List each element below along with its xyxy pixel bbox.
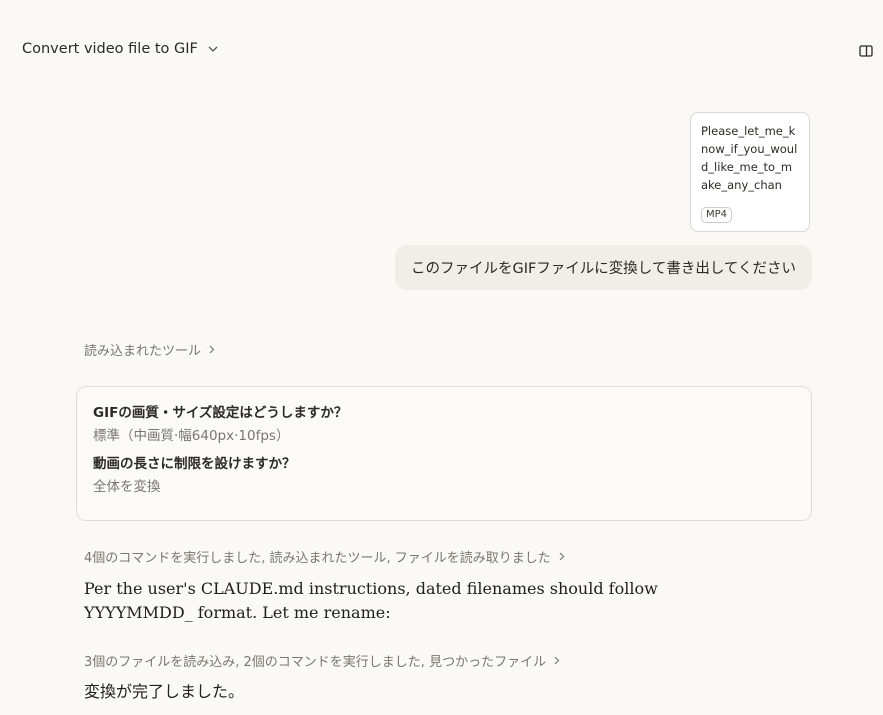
qa-item: GIFの画質・サイズ設定はどうしますか？ 標準（中画質·幅640px·10fps… bbox=[93, 404, 795, 445]
qa-question: GIFの画質・サイズ設定はどうしますか？ bbox=[93, 405, 348, 421]
assistant-message: Per the user's CLAUDE.md instructions, d… bbox=[84, 579, 658, 622]
qa-question: 動画の長さに制限を設けますか？ bbox=[93, 456, 296, 472]
qa-answer: 標準（中画質·幅640px·10fps） bbox=[93, 428, 290, 444]
assistant-message: 変換が完了しました。 bbox=[84, 682, 245, 701]
chevron-right-icon bbox=[559, 552, 565, 561]
questions-answers-card: GIFの画質・サイズ設定はどうしますか？ 標準（中画質·幅640px·10fps… bbox=[76, 386, 812, 521]
tools-loaded-label: 読み込まれたツール bbox=[84, 344, 202, 359]
conversation-title-button[interactable]: Convert video file to GIF bbox=[22, 41, 219, 57]
chevron-right-icon bbox=[209, 345, 215, 354]
attachment-card[interactable]: Please_let_me_know_if_you_would_like_me_… bbox=[690, 112, 810, 232]
chat-app: Convert video file to GIF Please_let_me_… bbox=[0, 0, 883, 715]
qa-item: 動画の長さに制限を設けますか？ 全体を変換 bbox=[93, 455, 795, 496]
files-read-label: 3個のファイルを読み込み, 2個のコマンドを実行しました, 見つかったファイル bbox=[84, 655, 547, 670]
commands-run-label: 4個のコマンドを実行しました, 読み込まれたツール, ファイルを読み取りました bbox=[84, 551, 551, 566]
attachment-type-badge: MP4 bbox=[701, 207, 733, 223]
tools-loaded-toggle[interactable]: 読み込まれたツール bbox=[84, 340, 216, 359]
chevron-down-icon bbox=[208, 46, 218, 52]
attachment-file-name: Please_let_me_know_if_you_would_like_me_… bbox=[701, 124, 798, 192]
conversation-title: Convert video file to GIF bbox=[22, 41, 198, 57]
files-read-toggle[interactable]: 3個のファイルを読み込み, 2個のコマンドを実行しました, 見つかったファイル bbox=[84, 651, 561, 670]
sidebar-toggle-icon[interactable] bbox=[859, 44, 873, 58]
chevron-right-icon bbox=[554, 656, 560, 665]
user-message-text: このファイルをGIFファイルに変換して書き出してください bbox=[410, 261, 796, 277]
user-message-bubble: このファイルをGIFファイルに変換して書き出してください bbox=[394, 245, 812, 290]
commands-run-toggle[interactable]: 4個のコマンドを実行しました, 読み込まれたツール, ファイルを読み取りました bbox=[84, 547, 566, 566]
qa-answer: 全体を変換 bbox=[93, 479, 161, 495]
